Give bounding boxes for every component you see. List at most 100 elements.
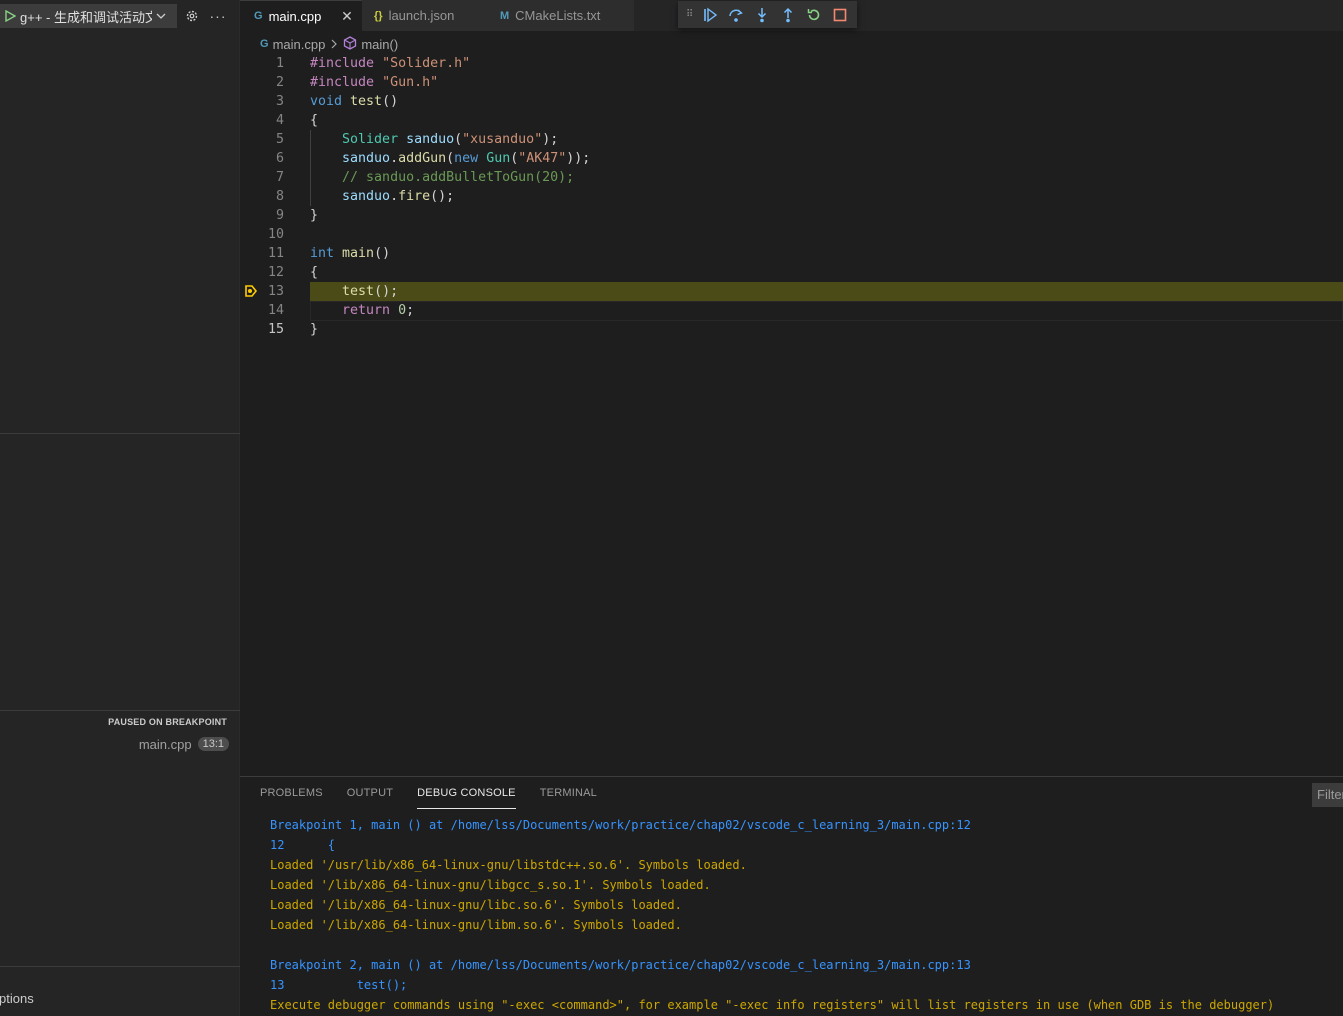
code-text: }	[310, 322, 319, 337]
code-line[interactable]: 4{	[240, 111, 1343, 130]
code-line[interactable]: 2 #include "Gun.h"	[240, 73, 1343, 92]
debug-sidebar: g++ - 生成和调试活动文件 ··· PAUSED ON BREAKPOINT…	[0, 0, 240, 1016]
stop-icon[interactable]	[830, 5, 850, 25]
tab-output[interactable]: OUTPUT	[347, 787, 393, 809]
breadcrumb-symbol[interactable]: main()	[361, 37, 398, 52]
console-line: Breakpoint 1, main () at /home/lss/Docum…	[270, 818, 971, 832]
chevron-down-icon	[152, 10, 170, 22]
line-number: 12	[267, 265, 284, 280]
line-number: 6	[275, 151, 284, 166]
line-number: 14	[267, 303, 284, 318]
debug-toolbar: ⠿	[678, 1, 857, 28]
code-text: return 0;	[342, 303, 415, 318]
line-number: 3	[275, 94, 284, 109]
code-editor[interactable]: 1 #include "Solider.h" 2 #include "Gun.h" 3 v…	[240, 54, 1343, 774]
tab-problems[interactable]: PROBLEMS	[260, 787, 323, 809]
drag-handle-icon[interactable]: ⠿	[686, 9, 694, 20]
cursor-line-border	[310, 301, 1343, 321]
line-number: 9	[275, 208, 284, 223]
console-line: 13 test();	[270, 978, 408, 992]
section-divider	[0, 433, 240, 434]
tab-label: main.cpp	[268, 8, 322, 24]
console-line: Loaded '/usr/lib/x86_64-linux-gnu/libstd…	[270, 858, 747, 872]
step-over-icon[interactable]	[726, 5, 746, 25]
tab-label: launch.json	[388, 8, 455, 23]
console-line: Loaded '/lib/x86_64-linux-gnu/libc.so.6'…	[270, 898, 682, 912]
gear-icon[interactable]	[183, 7, 201, 25]
cpp-file-icon: G	[254, 10, 263, 22]
code-text: sanduo.addGun(new Gun("AK47"));	[342, 151, 591, 166]
line-number: 4	[275, 113, 284, 128]
more-actions-icon[interactable]: ···	[209, 7, 227, 25]
code-line[interactable]: 8 sanduo.fire();	[240, 187, 1343, 206]
line-number: 11	[267, 246, 284, 261]
panel-tab-bar: PROBLEMS OUTPUT DEBUG CONSOLE TERMINAL	[260, 787, 597, 809]
line-number: 8	[275, 189, 284, 204]
line-number: 1	[275, 56, 284, 71]
restart-icon[interactable]	[804, 5, 824, 25]
code-text: void test()	[310, 94, 399, 109]
code-line[interactable]: 3 void test()	[240, 92, 1343, 111]
console-line: Loaded '/lib/x86_64-linux-gnu/libgcc_s.s…	[270, 878, 711, 892]
current-line-highlight	[310, 282, 1343, 301]
code-text: int main()	[310, 246, 391, 261]
code-line[interactable]: 1 #include "Solider.h"	[240, 54, 1343, 73]
code-line[interactable]: 7 // sanduo.addBulletToGun(20);	[240, 168, 1343, 187]
step-out-icon[interactable]	[778, 5, 798, 25]
code-text: // sanduo.addBulletToGun(20);	[342, 170, 575, 185]
code-text: }	[310, 208, 319, 223]
step-into-icon[interactable]	[752, 5, 772, 25]
code-text: test();	[342, 284, 399, 299]
console-filter-input[interactable]: Filter	[1312, 783, 1343, 807]
chevron-right-icon	[329, 37, 339, 52]
code-line[interactable]: 5 Solider sanduo("xusanduo");	[240, 130, 1343, 149]
call-stack-status: PAUSED ON BREAKPOINT	[108, 717, 227, 727]
code-line[interactable]: 13 test();	[240, 282, 1343, 301]
launch-config-label: g++ - 生成和调试活动文件	[20, 9, 152, 25]
tab-main-cpp[interactable]: G main.cpp ✕	[240, 0, 362, 31]
frame-position-badge: 13:1	[197, 737, 229, 751]
symbol-method-icon	[343, 35, 357, 53]
code-text: Solider sanduo("xusanduo");	[342, 132, 559, 147]
frame-file: main.cpp	[138, 736, 192, 752]
tab-debug-console[interactable]: DEBUG CONSOLE	[417, 787, 516, 809]
code-line[interactable]: 15}	[240, 320, 1343, 339]
line-number: 10	[267, 227, 284, 242]
console-line: Loaded '/lib/x86_64-linux-gnu/libm.so.6'…	[270, 918, 682, 932]
breakpoint-option-label[interactable]: ptions	[0, 991, 34, 1006]
debug-console-output: Breakpoint 1, main () at /home/lss/Docum…	[270, 815, 1274, 1015]
section-divider	[0, 710, 240, 711]
continue-icon[interactable]	[700, 5, 720, 25]
code-text: sanduo.fire();	[342, 189, 455, 204]
tab-terminal[interactable]: TERMINAL	[540, 787, 597, 809]
cmake-file-icon: M	[500, 9, 510, 22]
line-number: 2	[275, 75, 284, 90]
cpp-file-icon: G	[260, 38, 269, 50]
json-file-icon: {}	[374, 9, 383, 22]
line-number: 13	[267, 284, 284, 299]
code-line[interactable]: 14 return 0;	[240, 301, 1343, 321]
console-line: 12 {	[270, 838, 336, 852]
call-stack-frame[interactable]: main.cpp 13:1	[139, 735, 229, 753]
tab-label: CMakeLists.txt	[515, 8, 601, 23]
code-line[interactable]: 9}	[240, 206, 1343, 225]
start-debugging-icon[interactable]	[0, 4, 20, 28]
breadcrumb-file[interactable]: main.cpp	[273, 37, 326, 52]
launch-config-select[interactable]: g++ - 生成和调试活动文件	[0, 4, 177, 28]
close-icon[interactable]: ✕	[340, 9, 354, 23]
line-number: 15	[267, 322, 284, 337]
section-divider	[0, 966, 240, 967]
run-toolbar: g++ - 生成和调试活动文件 ···	[0, 3, 240, 29]
code-line[interactable]: 6 sanduo.addGun(new Gun("AK47"));	[240, 149, 1343, 168]
code-text: #include "Solider.h"	[310, 56, 471, 71]
line-number: 5	[275, 132, 284, 147]
bottom-panel: PROBLEMS OUTPUT DEBUG CONSOLE TERMINAL F…	[240, 776, 1343, 1016]
code-text: #include "Gun.h"	[310, 75, 439, 90]
code-line[interactable]: 12 {	[240, 263, 1343, 282]
code-line[interactable]: 11 int main()	[240, 244, 1343, 263]
tab-launch-json[interactable]: {} launch.json	[362, 0, 486, 31]
code-line[interactable]: 10	[240, 225, 1343, 244]
console-line: Execute debugger commands using "-exec <…	[270, 998, 1275, 1012]
tab-cmakelists[interactable]: M CMakeLists.txt	[486, 0, 634, 31]
